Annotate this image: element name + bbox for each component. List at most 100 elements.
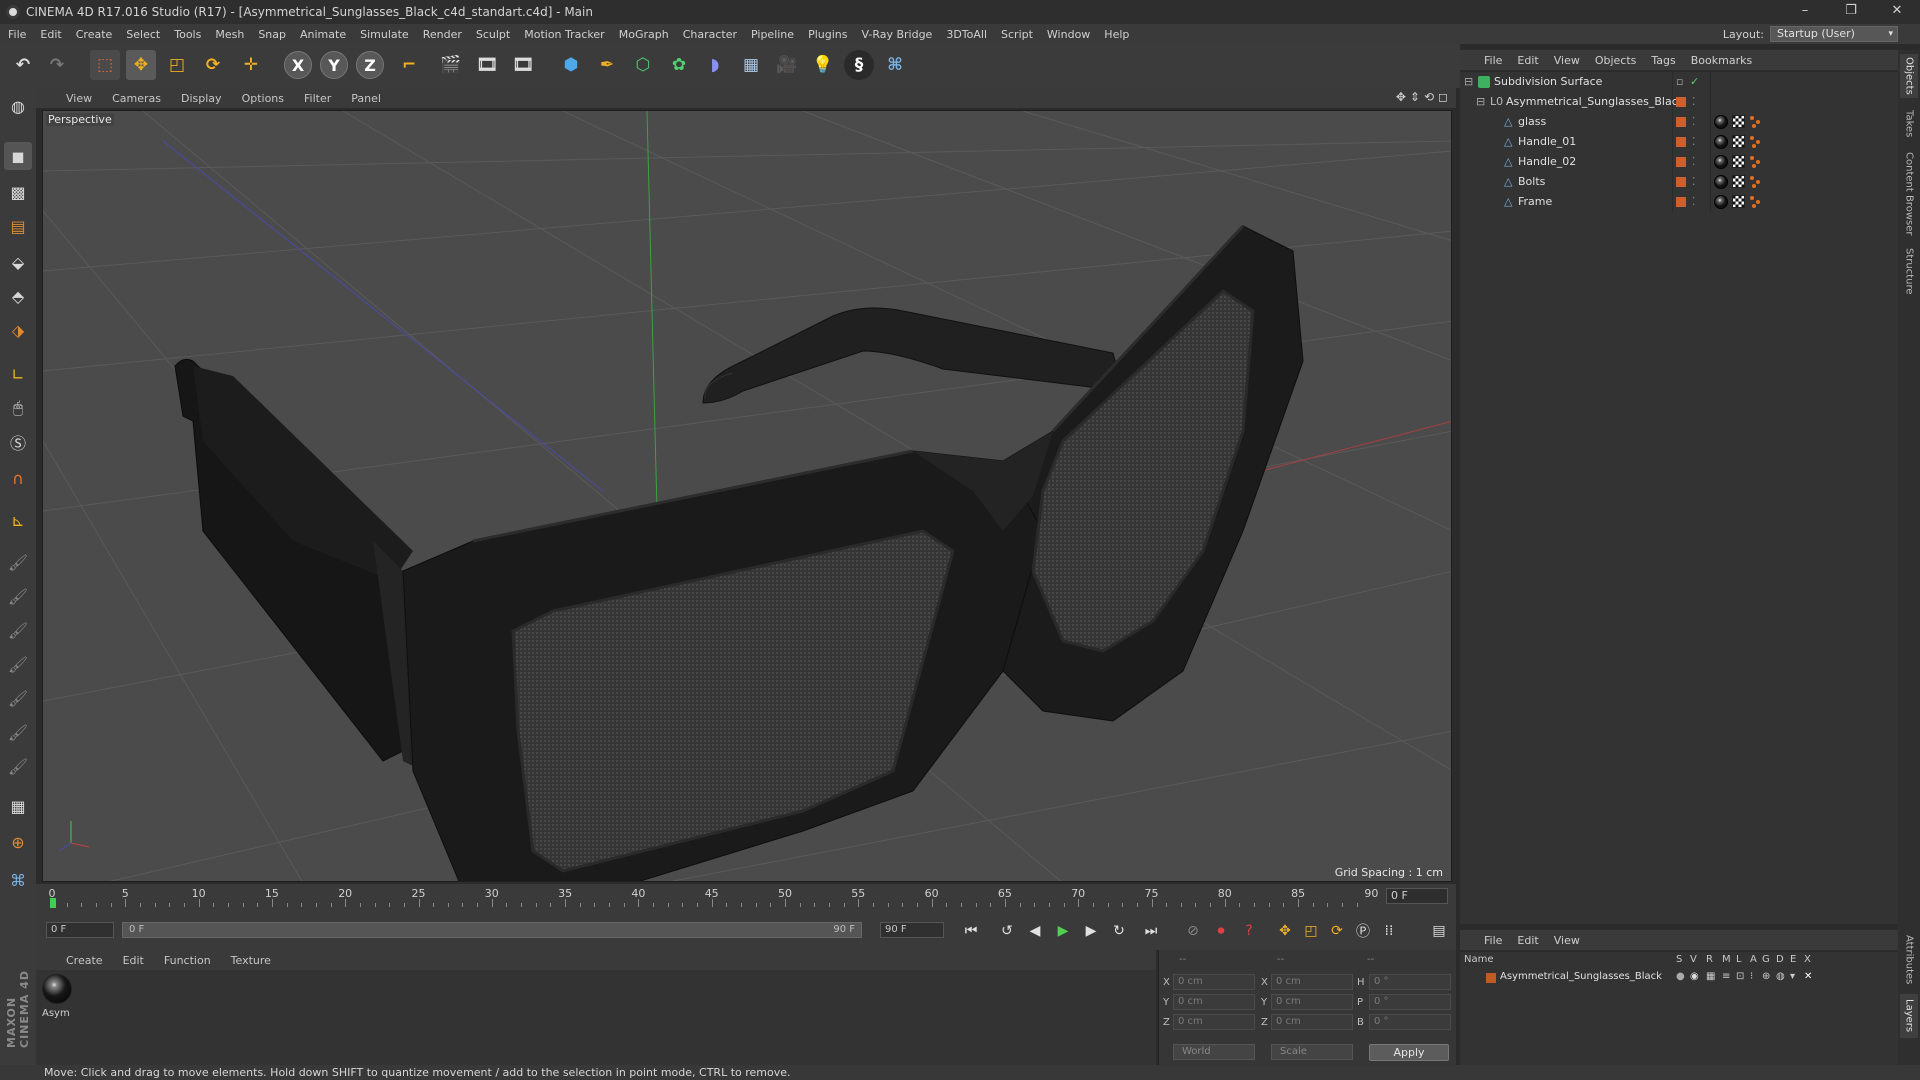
- menu-select[interactable]: Select: [126, 28, 160, 41]
- render-picture-viewer-button[interactable]: 🎞: [472, 50, 502, 80]
- polygons-mode-button[interactable]: ⬗: [4, 316, 32, 344]
- add-camera-button[interactable]: 🎥: [772, 50, 802, 80]
- viewport-menu-options[interactable]: Options: [242, 92, 284, 105]
- material-tag-icon[interactable]: [1714, 115, 1728, 129]
- layer-render-icon[interactable]: ▦: [1706, 971, 1715, 982]
- edges-mode-button[interactable]: ⬘: [4, 282, 32, 310]
- scale-tool-button[interactable]: ◰: [162, 50, 192, 80]
- material-menu-function[interactable]: Function: [164, 954, 211, 967]
- sculpt-brush-6-button[interactable]: 🖌: [4, 718, 32, 746]
- minimize-button[interactable]: –: [1782, 0, 1828, 24]
- phong-tag-icon[interactable]: [1750, 136, 1762, 148]
- previous-key-button[interactable]: ↺: [996, 920, 1018, 942]
- rot-h-field[interactable]: 0 °: [1369, 974, 1451, 990]
- phong-tag-icon[interactable]: [1750, 116, 1762, 128]
- tab-content-browser[interactable]: Content Browser: [1900, 148, 1918, 240]
- current-frame-field[interactable]: 0 F: [1386, 888, 1448, 904]
- om-menu-view[interactable]: View: [1554, 54, 1580, 67]
- layer-xref-icon[interactable]: ✕: [1804, 971, 1812, 982]
- layer-manager-icon[interactable]: ≡: [1722, 971, 1730, 982]
- size-z-field[interactable]: 0 cm: [1271, 1014, 1353, 1030]
- rot-p-field[interactable]: 0 °: [1369, 994, 1451, 1010]
- material-tag-icon[interactable]: [1714, 135, 1728, 149]
- menu-pipeline[interactable]: Pipeline: [751, 28, 794, 41]
- material-menu-edit[interactable]: Edit: [123, 954, 144, 967]
- size-x-field[interactable]: 0 cm: [1271, 974, 1353, 990]
- sketch-toon-button[interactable]: §: [844, 50, 874, 80]
- maximize-button[interactable]: ❐: [1828, 0, 1874, 24]
- visibility-dots-icon[interactable]: ⁚: [1692, 95, 1696, 108]
- undo-button[interactable]: ↶: [8, 50, 38, 80]
- material-menu-create[interactable]: Create: [66, 954, 103, 967]
- texture-tag-icon[interactable]: [1732, 175, 1745, 188]
- sculpt-brush-3-button[interactable]: 🖌: [4, 616, 32, 644]
- texture-tag-icon[interactable]: [1732, 155, 1745, 168]
- timeline-menu-button[interactable]: ▤: [1428, 920, 1450, 942]
- collapse-toggle-icon[interactable]: ⊟: [1476, 95, 1485, 108]
- menu-render[interactable]: Render: [423, 28, 462, 41]
- object-row-glass[interactable]: △ glass ⁚: [1460, 112, 1898, 132]
- visibility-dots-icon[interactable]: ⁚: [1692, 195, 1696, 208]
- object-row-handle-01[interactable]: △ Handle_01 ⁚: [1460, 132, 1898, 152]
- menu-3dtoall[interactable]: 3DToAll: [946, 28, 987, 41]
- texture-tag-icon[interactable]: [1732, 115, 1745, 128]
- size-mode-select[interactable]: Scale: [1271, 1044, 1353, 1060]
- layer-color-swatch[interactable]: [1486, 973, 1496, 983]
- visibility-dots-icon[interactable]: ⁚: [1692, 135, 1696, 148]
- menu-sculpt[interactable]: Sculpt: [476, 28, 510, 41]
- redo-button[interactable]: ↷: [42, 50, 72, 80]
- menu-mesh[interactable]: Mesh: [215, 28, 244, 41]
- layer-column-s[interactable]: S: [1676, 954, 1682, 965]
- add-deformer-button[interactable]: ◗: [700, 50, 730, 80]
- start-frame-field[interactable]: 0 F: [46, 922, 114, 938]
- om-menu-file[interactable]: File: [1484, 54, 1502, 67]
- om-menu-bookmarks[interactable]: Bookmarks: [1691, 54, 1752, 67]
- enabled-check-icon[interactable]: ✓: [1690, 75, 1699, 88]
- lm-menu-edit[interactable]: Edit: [1517, 934, 1538, 947]
- layout-select[interactable]: Startup (User) ▾: [1770, 26, 1898, 42]
- phong-tag-icon[interactable]: [1750, 156, 1762, 168]
- move-tool-button[interactable]: ✥: [126, 50, 156, 80]
- layer-color-icon[interactable]: [1676, 177, 1686, 187]
- z-axis-lock-button[interactable]: Z: [356, 51, 384, 79]
- om-menu-edit[interactable]: Edit: [1517, 54, 1538, 67]
- key-scale-button[interactable]: ◰: [1300, 920, 1322, 942]
- pan-view-icon[interactable]: ✥: [1396, 90, 1406, 104]
- render-view-button[interactable]: 🎬: [436, 50, 466, 80]
- layer-color-icon[interactable]: [1676, 197, 1686, 207]
- layer-color-icon[interactable]: [1676, 137, 1686, 147]
- layer-column-d[interactable]: D: [1776, 954, 1784, 965]
- visibility-dots-icon[interactable]: ⁚: [1692, 115, 1696, 128]
- key-position-button[interactable]: ✥: [1274, 920, 1296, 942]
- phong-tag-icon[interactable]: [1750, 196, 1762, 208]
- menu-mograph[interactable]: MoGraph: [619, 28, 669, 41]
- live-selection-button[interactable]: ⬚: [90, 50, 120, 80]
- material-tag-icon[interactable]: [1714, 195, 1728, 209]
- object-row-subdivision[interactable]: ⊟ Subdivision Surface ▫ ✓: [1460, 72, 1898, 92]
- sculpt-brush-7-button[interactable]: 🖌: [4, 752, 32, 780]
- tab-structure[interactable]: Structure: [1900, 244, 1918, 298]
- menu-edit[interactable]: Edit: [40, 28, 61, 41]
- phong-tag-icon[interactable]: [1750, 176, 1762, 188]
- menu-file[interactable]: File: [8, 28, 26, 41]
- rotate-tool-button[interactable]: ⟳: [198, 50, 228, 80]
- layer-color-icon[interactable]: [1676, 97, 1686, 107]
- sculpt-brush-5-button[interactable]: 🖌: [4, 684, 32, 712]
- transform-tool-button[interactable]: ✛: [236, 50, 266, 80]
- tab-layers[interactable]: Layers: [1900, 994, 1918, 1038]
- snap-button[interactable]: Ⓢ: [4, 428, 32, 456]
- menu-window[interactable]: Window: [1047, 28, 1090, 41]
- menu-help[interactable]: Help: [1104, 28, 1129, 41]
- menu-animate[interactable]: Animate: [300, 28, 346, 41]
- object-row-frame[interactable]: △ Frame ⁚: [1460, 192, 1898, 212]
- add-mograph-button[interactable]: ✿: [664, 50, 694, 80]
- layer-generators-icon[interactable]: ⊕: [1762, 971, 1770, 982]
- viewport-menu-cameras[interactable]: Cameras: [112, 92, 161, 105]
- layer-color-icon[interactable]: [1676, 117, 1686, 127]
- add-environment-button[interactable]: ▦: [736, 50, 766, 80]
- menu-tools[interactable]: Tools: [174, 28, 201, 41]
- axis-mode-button[interactable]: ∟: [4, 360, 32, 388]
- record-keys-button[interactable]: ⏺: [1210, 920, 1232, 942]
- menu-character[interactable]: Character: [683, 28, 737, 41]
- rot-b-field[interactable]: 0 °: [1369, 1014, 1451, 1030]
